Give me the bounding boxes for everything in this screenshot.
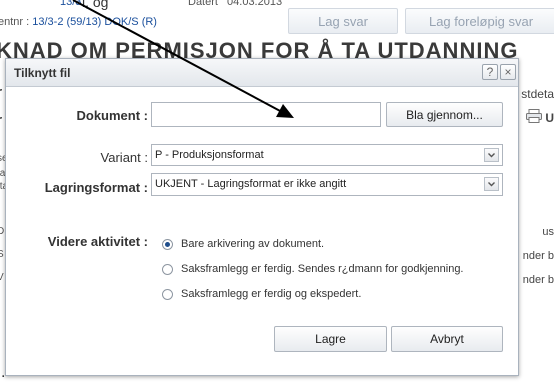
variant-selected-value: P - Produksjonsformat xyxy=(155,149,264,161)
radio-option-archive[interactable]: Bare arkivering av dokument. xyxy=(162,236,324,252)
date-value: 04.03.2013 xyxy=(227,0,283,8)
dokument-label: Dokument : xyxy=(76,108,149,123)
bg-fragment: D xyxy=(0,226,5,237)
close-icon[interactable]: × xyxy=(500,64,516,80)
save-button[interactable]: Lagre xyxy=(274,326,387,352)
date-info: Datert 04.03.2013 xyxy=(188,0,282,8)
radio-label[interactable]: Bare arkivering av dokument. xyxy=(181,238,324,250)
radio-option-send-for-approval[interactable]: Saksframlegg er ferdig. Sendes r¿dmann f… xyxy=(162,261,464,277)
dokument-file-input[interactable] xyxy=(151,102,381,127)
cancel-button[interactable]: Avbryt xyxy=(391,326,503,352)
date-label: Datert xyxy=(188,0,218,8)
lag-forelopig-svar-button[interactable]: Lag foreløpig svar xyxy=(405,8,554,34)
radio-button[interactable] xyxy=(162,263,173,275)
bg-fragment: us xyxy=(542,226,554,238)
chevron-down-icon[interactable] xyxy=(484,177,499,191)
bg-fragment: nder b xyxy=(522,274,554,286)
bg-fragment: S xyxy=(0,249,4,260)
variant-label: Variant : xyxy=(100,150,148,165)
variant-select[interactable]: P - Produksjonsformat xyxy=(151,144,503,166)
registry-label: entnr : xyxy=(0,16,30,28)
dialog-titlebar[interactable]: Tilknytt fil ? × xyxy=(6,59,518,87)
radio-option-expedited[interactable]: Saksframlegg er ferdig og ekspedert. xyxy=(162,286,361,302)
lag-svar-button[interactable]: Lag svar xyxy=(288,8,398,34)
attach-file-dialog: Tilknytt fil ? × Dokument : Bla gjennom.… xyxy=(5,58,519,376)
radio-button[interactable] xyxy=(162,288,173,300)
radio-button[interactable] xyxy=(162,238,173,250)
browse-button[interactable]: Bla gjennom... xyxy=(386,102,503,127)
registry-info: entnr : 13/3-2 (59/13) DOK/S (R) xyxy=(0,16,157,28)
case-ref[interactable]: 13/3 xyxy=(60,0,81,8)
cut-off-text: l, og xyxy=(82,0,109,10)
chevron-down-icon[interactable] xyxy=(484,148,499,162)
case-ref-link[interactable]: 13/3 xyxy=(60,0,81,8)
bg-fragment: U xyxy=(545,111,554,125)
videre-aktivitet-label: Videre aktivitet : xyxy=(47,234,148,249)
print-icon[interactable] xyxy=(526,109,542,123)
radio-label[interactable]: Saksframlegg er ferdig. Sendes r¿dmann f… xyxy=(181,263,464,275)
bg-fragment: stdeta xyxy=(521,87,554,101)
dialog-title: Tilknytt fil xyxy=(14,66,71,80)
lagringsformat-label: Lagringsformat : xyxy=(44,180,148,195)
lagringsformat-selected-value: UKJENT - Lagringsformat er ikke angitt xyxy=(155,178,347,190)
registry-value[interactable]: 13/3-2 (59/13) DOK/S (R) xyxy=(32,16,157,28)
bg-fragment: nder b xyxy=(522,250,554,262)
help-icon[interactable]: ? xyxy=(482,64,498,80)
radio-label[interactable]: Saksframlegg er ferdig og ekspedert. xyxy=(181,288,361,300)
lagringsformat-select[interactable]: UKJENT - Lagringsformat er ikke angitt xyxy=(151,173,503,196)
bg-fragment: V xyxy=(0,272,4,283)
